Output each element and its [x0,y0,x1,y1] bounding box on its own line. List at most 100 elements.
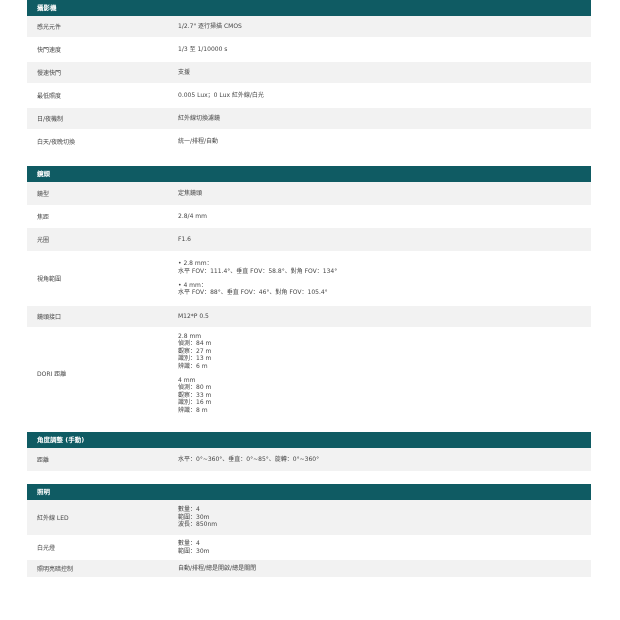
value-line: 偵測：80 m [178,384,212,392]
value-line: 1/3 至 1/10000 s [178,45,228,53]
value-line: 辨識：8 m [178,406,208,414]
spec-row: 日/夜機制 紅外線切換濾鏡 [27,108,591,130]
spec-row: 感光元件 1/2.7" 逐行掃描 CMOS [27,16,591,38]
spec-row: 慢速快門 支援 [27,62,591,84]
value-line: 水平 FOV：88°、垂直 FOV：46°、對角 FOV：105.4° [178,289,328,297]
spec-value: 0.005 Lux；0 Lux 紅外線/白光 [178,92,591,100]
spec-row: 視角範圍 • 2.8 mm： 水平 FOV：111.4°、垂直 FOV：58.8°、… [27,252,591,306]
spec-label: 鏡型 [37,191,50,198]
spec-value: 紅外線切換濾鏡 [178,115,591,123]
value-line: 統一/排程/自動 [178,137,219,145]
value-block: 支援 [178,69,591,77]
value-block: 定焦鏡頭 [178,190,591,198]
value-block: 數量：4 範圍：30m 波長：850nm [178,506,591,529]
spec-row: 距離 水平：0°~360°、垂直：0°~85°、旋轉：0°~360° [27,448,591,472]
spec-label: 最低照度 [37,93,62,100]
spec-row: 白天/夜晚切換 統一/排程/自動 [27,130,591,154]
value-line: 水平：0°~360°、垂直：0°~85°、旋轉：0°~360° [178,455,320,463]
spec-value: 水平：0°~360°、垂直：0°~85°、旋轉：0°~360° [178,456,591,464]
value-line: 支援 [178,68,191,76]
spec-label: 日/夜機制 [37,116,64,123]
value-block: 1/3 至 1/10000 s [178,46,591,54]
spec-label: DORI 距離 [37,371,67,378]
value-block: 水平：0°~360°、垂直：0°~85°、旋轉：0°~360° [178,456,591,464]
value-block: 0.005 Lux；0 Lux 紅外線/白光 [178,92,591,100]
spec-label: 紅外線 LED [37,515,69,522]
spec-label: 白天/夜晚切換 [37,139,76,146]
spec-row: 最低照度 0.005 Lux；0 Lux 紅外線/白光 [27,84,591,108]
spec-label: 距離 [37,457,50,464]
spec-value: 1/3 至 1/10000 s [178,46,591,54]
value-line: • 4 mm： [178,281,207,289]
value-line: 識別：16 m [178,399,212,407]
value-line: 水平 FOV：111.4°、垂直 FOV：58.8°、對角 FOV：134° [178,267,338,275]
spec-label: 照明亮暗控制 [37,566,74,573]
section-header: 照明 [27,484,591,500]
value-line: 觀察：33 m [178,391,212,399]
value-line: 數量：4 [178,506,200,514]
spec-value: • 2.8 mm： 水平 FOV：111.4°、垂直 FOV：58.8°、對角 F… [178,260,591,296]
value-line: 範圍：30m [178,547,210,555]
value-line: 2.8 mm [178,332,202,340]
spec-row: 光圈 F1.6 [27,228,591,252]
value-line: 範圍：30m [178,513,210,521]
spec-row: 鏡型 定焦鏡頭 [27,182,591,206]
spec-value: 支援 [178,69,591,77]
spec-label: 焦距 [37,214,50,221]
value-line: 辨識：6 m [178,362,208,370]
value-block: 數量：4 範圍：30m [178,540,591,555]
value-block: 1/2.7" 逐行掃描 CMOS [178,23,591,31]
spec-value: M12*P 0.5 [178,313,591,321]
value-line: 自動/排程/總是開啟/總是關閉 [178,564,257,572]
spec-value: 統一/排程/自動 [178,138,591,146]
spec-sheet: 攝影機 感光元件 1/2.7" 逐行掃描 CMOS 快門速度 1/3 至 1/10000… [27,0,591,578]
value-block: M12*P 0.5 [178,313,591,321]
spec-value: F1.6 [178,236,591,244]
spec-row: 紅外線 LED 數量：4 範圍：30m 波長：850nm [27,500,591,536]
section-header: 攝影機 [27,0,591,16]
spec-row: DORI 距離 2.8 mm 偵測：84 m 觀察：27 m 識別：13 m 辨識：6 m… [27,328,591,420]
spec-label: 白光燈 [37,545,56,552]
value-line: 定焦鏡頭 [178,189,203,197]
spec-row: 照明亮暗控制 自動/排程/總是開啟/總是關閉 [27,560,591,578]
value-block: 紅外線切換濾鏡 [178,115,591,123]
value-line: 0.005 Lux；0 Lux 紅外線/白光 [178,91,264,99]
value-block: 2.8/4 mm [178,213,591,221]
value-line: F1.6 [178,235,191,243]
value-block: 統一/排程/自動 [178,138,591,146]
value-block: • 4 mm： 水平 FOV：88°、垂直 FOV：46°、對角 FOV：105.… [178,282,591,297]
value-line: 觀察：27 m [178,347,212,355]
value-line: 數量：4 [178,539,200,547]
value-line: 1/2.7" 逐行掃描 CMOS [178,22,242,30]
value-line: 4 mm [178,376,196,384]
value-block: • 2.8 mm： 水平 FOV：111.4°、垂直 FOV：58.8°、對角 F… [178,260,591,275]
spec-value: 2.8/4 mm [178,213,591,221]
value-block: 2.8 mm 偵測：84 m 觀察：27 m 識別：13 m 辨識：6 m [178,333,591,371]
spec-row: 鏡頭接口 M12*P 0.5 [27,306,591,328]
value-block: F1.6 [178,236,591,244]
value-line: 2.8/4 mm [178,212,207,220]
value-line: 波長：850nm [178,521,218,529]
value-block: 自動/排程/總是開啟/總是關閉 [178,565,591,573]
value-block: 4 mm 偵測：80 m 觀察：33 m 識別：16 m 辨識：8 m [178,377,591,415]
value-line: • 2.8 mm： [178,260,213,268]
value-line: 紅外線切換濾鏡 [178,114,221,122]
spec-label: 鏡頭接口 [37,314,62,321]
spec-label: 光圈 [37,237,50,244]
spec-row: 白光燈 數量：4 範圍：30m [27,536,591,560]
value-line: 偵測：84 m [178,340,212,348]
spec-value: 數量：4 範圍：30m 波長：850nm [178,506,591,529]
section-header: 鏡頭 [27,166,591,182]
value-line: 識別：13 m [178,355,212,363]
spec-value: 數量：4 範圍：30m [178,540,591,555]
spec-value: 自動/排程/總是開啟/總是關閉 [178,565,591,573]
spec-label: 視角範圍 [37,276,62,283]
spec-value: 1/2.7" 逐行掃描 CMOS [178,23,591,31]
spec-value: 定焦鏡頭 [178,190,591,198]
spec-value: 2.8 mm 偵測：84 m 觀察：27 m 識別：13 m 辨識：6 m4 mm 偵測：… [178,333,591,415]
value-line: M12*P 0.5 [178,312,209,320]
spec-row: 快門速度 1/3 至 1/10000 s [27,38,591,62]
